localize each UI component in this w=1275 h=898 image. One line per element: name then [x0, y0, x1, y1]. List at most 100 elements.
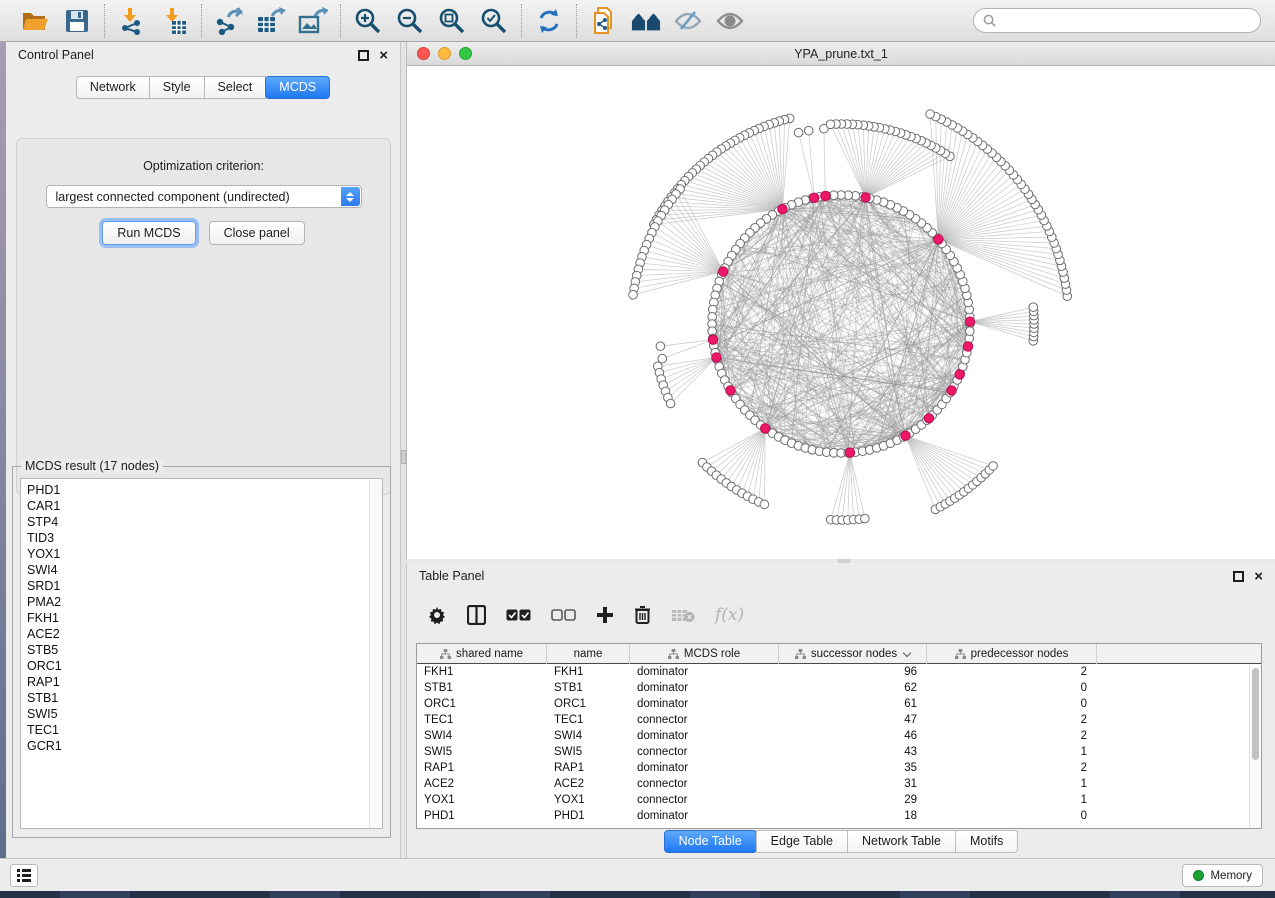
mcds-hub-node[interactable] [778, 204, 787, 213]
mcds-result-item[interactable]: GCR1 [21, 738, 382, 754]
float-panel-icon[interactable] [358, 50, 369, 61]
mcds-result-item[interactable]: STP4 [21, 514, 382, 530]
mcds-hub-node[interactable] [726, 386, 735, 395]
export-network-icon[interactable] [214, 6, 244, 36]
add-column-icon[interactable] [596, 606, 614, 624]
mcds-list-scrollbar[interactable] [369, 479, 382, 828]
column-header-MCDS-role[interactable]: MCDS role [630, 644, 779, 664]
export-table-icon[interactable] [256, 6, 286, 36]
mcds-hub-node[interactable] [955, 370, 964, 379]
close-panel-icon[interactable]: × [379, 50, 388, 61]
mcds-hub-node[interactable] [901, 431, 910, 440]
table-settings-icon[interactable] [427, 605, 447, 625]
node-table[interactable]: shared namenameMCDS rolesuccessor nodesp… [416, 643, 1262, 829]
mcds-hub-node[interactable] [712, 353, 721, 362]
mcds-result-item[interactable]: ORC1 [21, 658, 382, 674]
tab-motifs[interactable]: Motifs [955, 830, 1018, 853]
clone-network-icon[interactable] [589, 6, 619, 36]
table-row[interactable]: ORC1ORC1dominator610 [417, 696, 1261, 712]
leaf-node[interactable] [658, 354, 667, 363]
delete-table-icon[interactable] [671, 607, 695, 623]
table-row[interactable]: TEC1TEC1connector472 [417, 712, 1261, 728]
mcds-hub-node[interactable] [965, 317, 974, 326]
mcds-result-item[interactable]: STB1 [21, 690, 382, 706]
leaf-node[interactable] [989, 462, 998, 471]
tab-node-table[interactable]: Node Table [664, 830, 757, 853]
tab-network-table[interactable]: Network Table [847, 830, 956, 853]
criterion-select[interactable]: largest connected component (undirected) [46, 185, 362, 208]
sort-caret-icon[interactable] [903, 648, 911, 656]
mcds-hub-node[interactable] [861, 193, 870, 202]
mcds-result-item[interactable]: FKH1 [21, 610, 382, 626]
leaf-node[interactable] [804, 126, 813, 135]
leaf-node[interactable] [926, 110, 935, 119]
hide-selected-icon[interactable] [673, 6, 703, 36]
memory-button[interactable]: Memory [1182, 864, 1263, 887]
mcds-result-item[interactable]: ACE2 [21, 626, 382, 642]
mcds-hub-node[interactable] [719, 267, 728, 276]
leaf-node[interactable] [794, 128, 803, 137]
delete-column-icon[interactable] [634, 605, 651, 625]
mcds-result-item[interactable]: TEC1 [21, 722, 382, 738]
mcds-hub-node[interactable] [934, 235, 943, 244]
leaf-node[interactable] [629, 291, 638, 300]
zoom-out-icon[interactable] [395, 6, 425, 36]
leaf-node[interactable] [666, 399, 675, 408]
network-titlebar[interactable]: YPA_prune.txt_1 [407, 42, 1275, 66]
mcds-hub-node[interactable] [810, 193, 819, 202]
column-header-shared-name[interactable]: shared name [417, 644, 547, 664]
table-row[interactable]: SWI5SWI5connector431 [417, 744, 1261, 760]
run-mcds-button[interactable]: Run MCDS [102, 221, 195, 245]
search-input[interactable] [1001, 14, 1251, 28]
zoom-selected-icon[interactable] [479, 6, 509, 36]
mcds-result-item[interactable]: RAP1 [21, 674, 382, 690]
table-row[interactable]: FKH1FKH1dominator962 [417, 664, 1261, 680]
leaf-node[interactable] [861, 514, 870, 523]
mcds-result-item[interactable]: SRD1 [21, 578, 382, 594]
close-table-panel-icon[interactable]: × [1254, 571, 1263, 582]
table-row[interactable]: RAP1RAP1dominator352 [417, 760, 1261, 776]
tab-style[interactable]: Style [149, 76, 205, 99]
leaf-node[interactable] [826, 120, 835, 129]
table-scrollbar-thumb[interactable] [1252, 668, 1259, 760]
table-row[interactable]: PHD1PHD1dominator180 [417, 808, 1261, 824]
search-box[interactable] [973, 8, 1261, 33]
mcds-result-item[interactable]: CAR1 [21, 498, 382, 514]
mcds-result-item[interactable]: TID3 [21, 530, 382, 546]
leaf-node[interactable] [760, 500, 769, 509]
float-table-panel-icon[interactable] [1233, 571, 1244, 582]
refresh-icon[interactable] [534, 6, 564, 36]
close-panel-button[interactable]: Close panel [209, 221, 305, 245]
leaf-node[interactable] [1029, 303, 1038, 312]
mcds-result-item[interactable]: YOX1 [21, 546, 382, 562]
mcds-hub-node[interactable] [924, 414, 933, 423]
search-network-icon[interactable] [631, 6, 661, 36]
tab-select[interactable]: Select [204, 76, 267, 99]
zoom-in-icon[interactable] [353, 6, 383, 36]
table-row[interactable]: YOX1YOX1connector291 [417, 792, 1261, 808]
mcds-result-item[interactable]: STB5 [21, 642, 382, 658]
table-scrollbar[interactable] [1249, 665, 1261, 828]
column-header-predecessor-nodes[interactable]: predecessor nodes [927, 644, 1097, 664]
column-layout-icon[interactable] [467, 605, 486, 625]
zoom-fit-icon[interactable] [437, 6, 467, 36]
select-all-icon[interactable] [506, 609, 531, 622]
network-graph[interactable] [407, 66, 1275, 560]
import-network-icon[interactable] [117, 6, 147, 36]
task-manager-button[interactable] [10, 864, 38, 887]
network-view[interactable] [407, 66, 1275, 560]
mcds-hub-node[interactable] [821, 191, 830, 200]
mcds-hub-node[interactable] [947, 386, 956, 395]
apply-function-icon[interactable]: f(x) [715, 605, 744, 625]
mcds-result-item[interactable]: SWI4 [21, 562, 382, 578]
mcds-hub-node[interactable] [708, 335, 717, 344]
export-image-icon[interactable] [298, 6, 328, 36]
column-header-successor-nodes[interactable]: successor nodes [779, 644, 927, 664]
mcds-result-list[interactable]: PHD1CAR1STP4TID3YOX1SWI4SRD1PMA2FKH1ACE2… [20, 478, 383, 829]
tab-edge-table[interactable]: Edge Table [756, 830, 848, 853]
import-table-icon[interactable] [159, 6, 189, 36]
leaf-node[interactable] [656, 342, 665, 351]
open-file-icon[interactable] [20, 6, 50, 36]
mcds-hub-node[interactable] [963, 342, 972, 351]
table-row[interactable]: SWI4SWI4dominator462 [417, 728, 1261, 744]
